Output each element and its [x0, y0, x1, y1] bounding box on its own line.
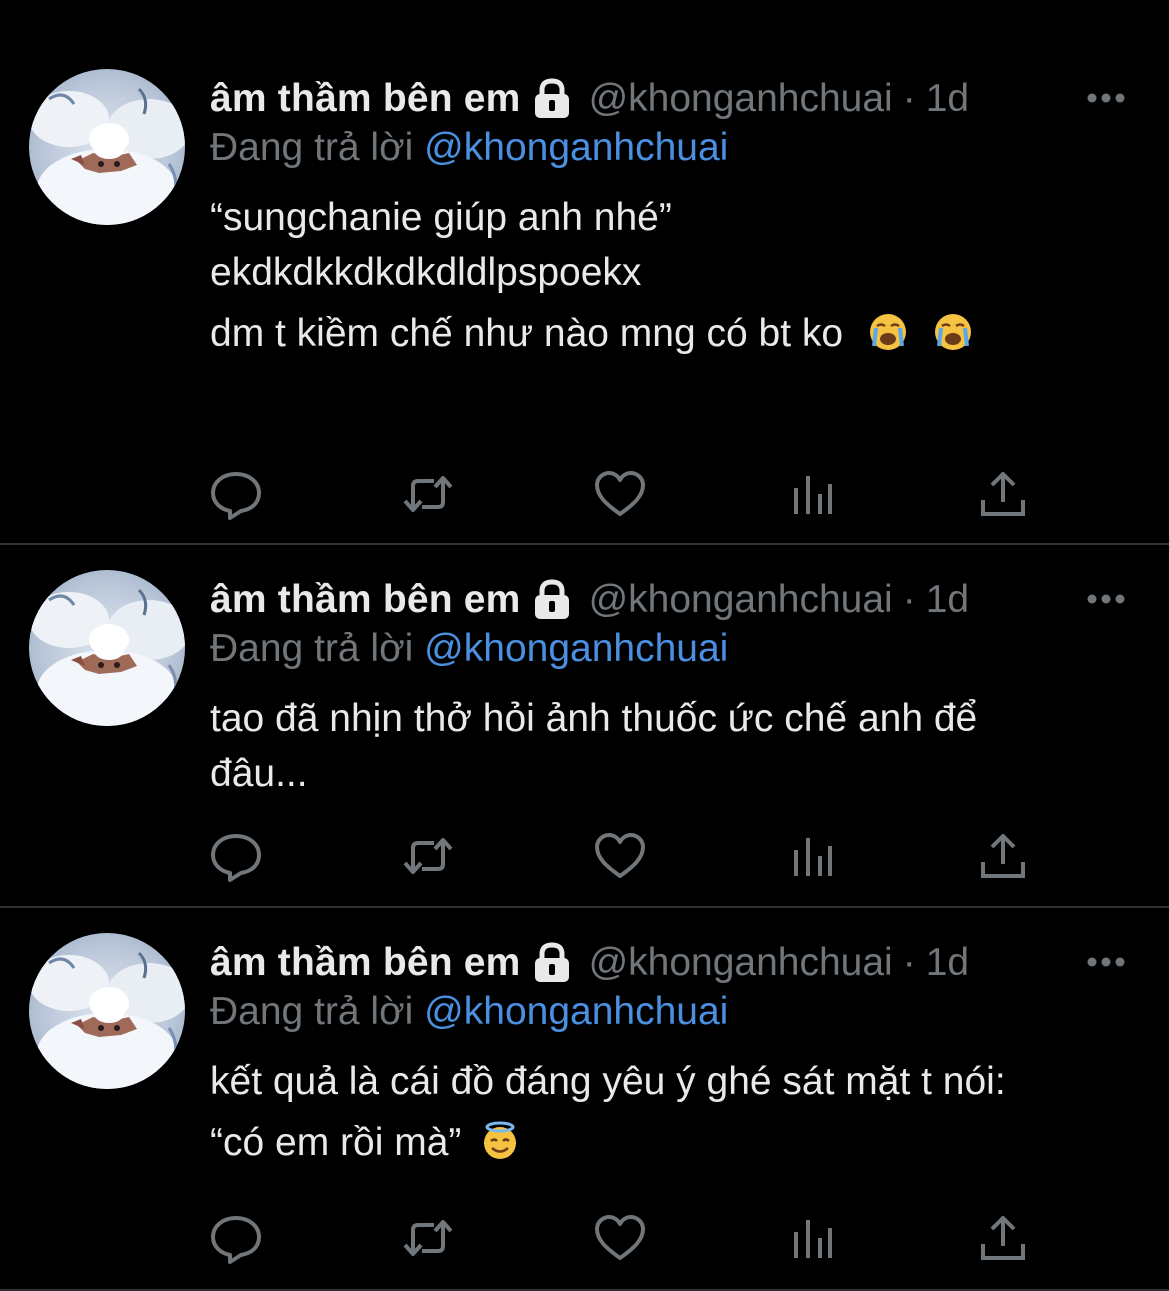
avatar[interactable]	[29, 69, 185, 225]
reply-icon[interactable]	[208, 828, 264, 884]
reply-icon[interactable]	[208, 1210, 264, 1266]
tweet-text-line: kết quả là cái đồ đáng yêu ý ghé sát mặt…	[210, 1060, 1006, 1103]
reply-handle-link[interactable]: @khonganhchuai	[424, 990, 728, 1033]
avatar[interactable]	[29, 570, 185, 726]
loudly-crying-face-icon	[868, 312, 908, 352]
tweet-text: tao đã nhịn thở hỏi ảnh thuốc ức chế anh…	[210, 691, 1140, 801]
more-icon[interactable]	[1084, 589, 1128, 609]
share-icon[interactable]	[975, 828, 1031, 884]
tweet-text-line-text: dm t kiềm chế như nào mng có bt ko	[210, 312, 844, 355]
share-icon[interactable]	[975, 1210, 1031, 1266]
reply-context: Đang trả lời @khonganhchuai	[210, 987, 728, 1037]
timestamp[interactable]: 1d	[926, 578, 969, 622]
smiling-face-with-halo-icon	[480, 1121, 520, 1161]
retweet-icon[interactable]	[400, 1210, 456, 1266]
more-icon[interactable]	[1084, 88, 1128, 108]
reply-context: Đang trả lời @khonganhchuai	[210, 624, 728, 674]
avatar[interactable]	[29, 933, 185, 1089]
like-icon[interactable]	[592, 466, 648, 522]
timestamp[interactable]: 1d	[926, 941, 969, 985]
tweet-text-line: đâu...	[210, 752, 308, 795]
display-name[interactable]: âm thầm bên em	[210, 77, 521, 121]
lock-icon	[531, 579, 573, 621]
tweet[interactable]: âm thầm bên em @khonganhchuai · 1d Đang …	[0, 0, 1169, 543]
tweet-text-line-text: “có em rồi mà”	[210, 1121, 462, 1164]
tweet-text-line: “có em rồi mà”	[210, 1115, 1140, 1170]
like-icon[interactable]	[592, 1210, 648, 1266]
views-icon[interactable]	[784, 828, 840, 884]
reply-context: Đang trả lời @khonganhchuai	[210, 123, 728, 173]
reply-handle-link[interactable]: @khonganhchuai	[424, 627, 728, 670]
separator: ·	[902, 77, 916, 120]
reply-prefix: Đang trả lời	[210, 126, 414, 169]
reply-prefix: Đang trả lời	[210, 627, 414, 670]
lock-icon	[531, 942, 573, 984]
views-icon[interactable]	[784, 1210, 840, 1266]
separator: ·	[902, 578, 916, 621]
reply-handle-link[interactable]: @khonganhchuai	[424, 126, 728, 169]
handle[interactable]: @khonganhchuai	[589, 941, 893, 985]
tweet[interactable]: âm thầm bên em @khonganhchuai · 1d Đang …	[0, 545, 1169, 906]
display-name[interactable]: âm thầm bên em	[210, 578, 521, 622]
loudly-crying-face-icon	[933, 312, 973, 352]
more-icon[interactable]	[1084, 952, 1128, 972]
handle[interactable]: @khonganhchuai	[589, 578, 893, 622]
tweet-text: kết quả là cái đồ đáng yêu ý ghé sát mặt…	[210, 1054, 1140, 1170]
tweet-text-line: dm t kiềm chế như nào mng có bt ko	[210, 306, 1140, 361]
tweet-text: “sungchanie giúp anh nhé” ekdkdkkdkdkdld…	[210, 190, 1140, 361]
timestamp[interactable]: 1d	[926, 77, 969, 121]
retweet-icon[interactable]	[400, 828, 456, 884]
retweet-icon[interactable]	[400, 466, 456, 522]
lock-icon	[531, 78, 573, 120]
like-icon[interactable]	[592, 828, 648, 884]
tweet[interactable]: âm thầm bên em @khonganhchuai · 1d Đang …	[0, 908, 1169, 1289]
separator: ·	[902, 941, 916, 984]
reply-prefix: Đang trả lời	[210, 990, 414, 1033]
tweet-text-line: “sungchanie giúp anh nhé”	[210, 196, 672, 239]
tweet-text-line: ekdkdkkdkdkdldlpspoekx	[210, 251, 642, 294]
reply-icon[interactable]	[208, 466, 264, 522]
tweet-text-line: tao đã nhịn thở hỏi ảnh thuốc ức chế anh…	[210, 697, 978, 740]
display-name[interactable]: âm thầm bên em	[210, 941, 521, 985]
handle[interactable]: @khonganhchuai	[589, 77, 893, 121]
views-icon[interactable]	[784, 466, 840, 522]
share-icon[interactable]	[975, 466, 1031, 522]
